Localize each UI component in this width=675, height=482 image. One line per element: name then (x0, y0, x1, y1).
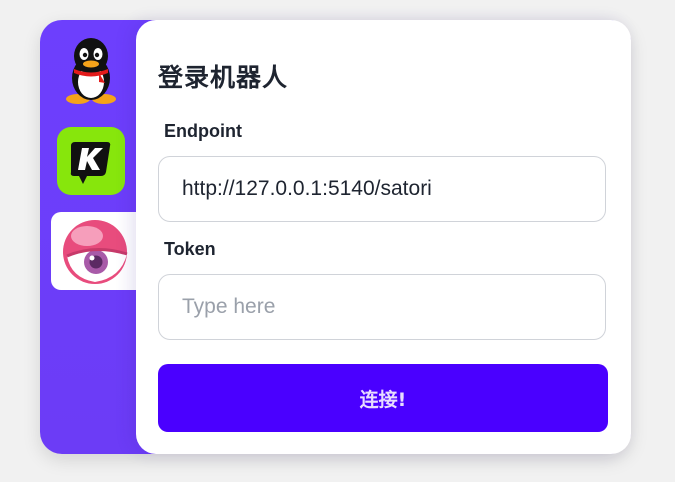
satori-icon (63, 220, 128, 284)
page-title: 登录机器人 (158, 63, 289, 92)
sidebar-item-kook[interactable] (56, 126, 126, 196)
connect-button[interactable]: 连接! (158, 364, 608, 432)
qq-icon (66, 38, 116, 104)
endpoint-label: Endpoint (164, 121, 242, 141)
platform-sidebar (40, 20, 141, 454)
login-panel: 登录机器人 Endpoint Token 连接! (136, 20, 631, 454)
token-label: Token (164, 239, 216, 259)
token-input[interactable] (158, 274, 606, 340)
sidebar-item-satori[interactable] (51, 212, 141, 290)
kook-icon (57, 127, 125, 195)
login-card: 登录机器人 Endpoint Token 连接! (40, 20, 631, 454)
sidebar-item-qq[interactable] (56, 34, 126, 108)
endpoint-input[interactable] (158, 156, 606, 222)
